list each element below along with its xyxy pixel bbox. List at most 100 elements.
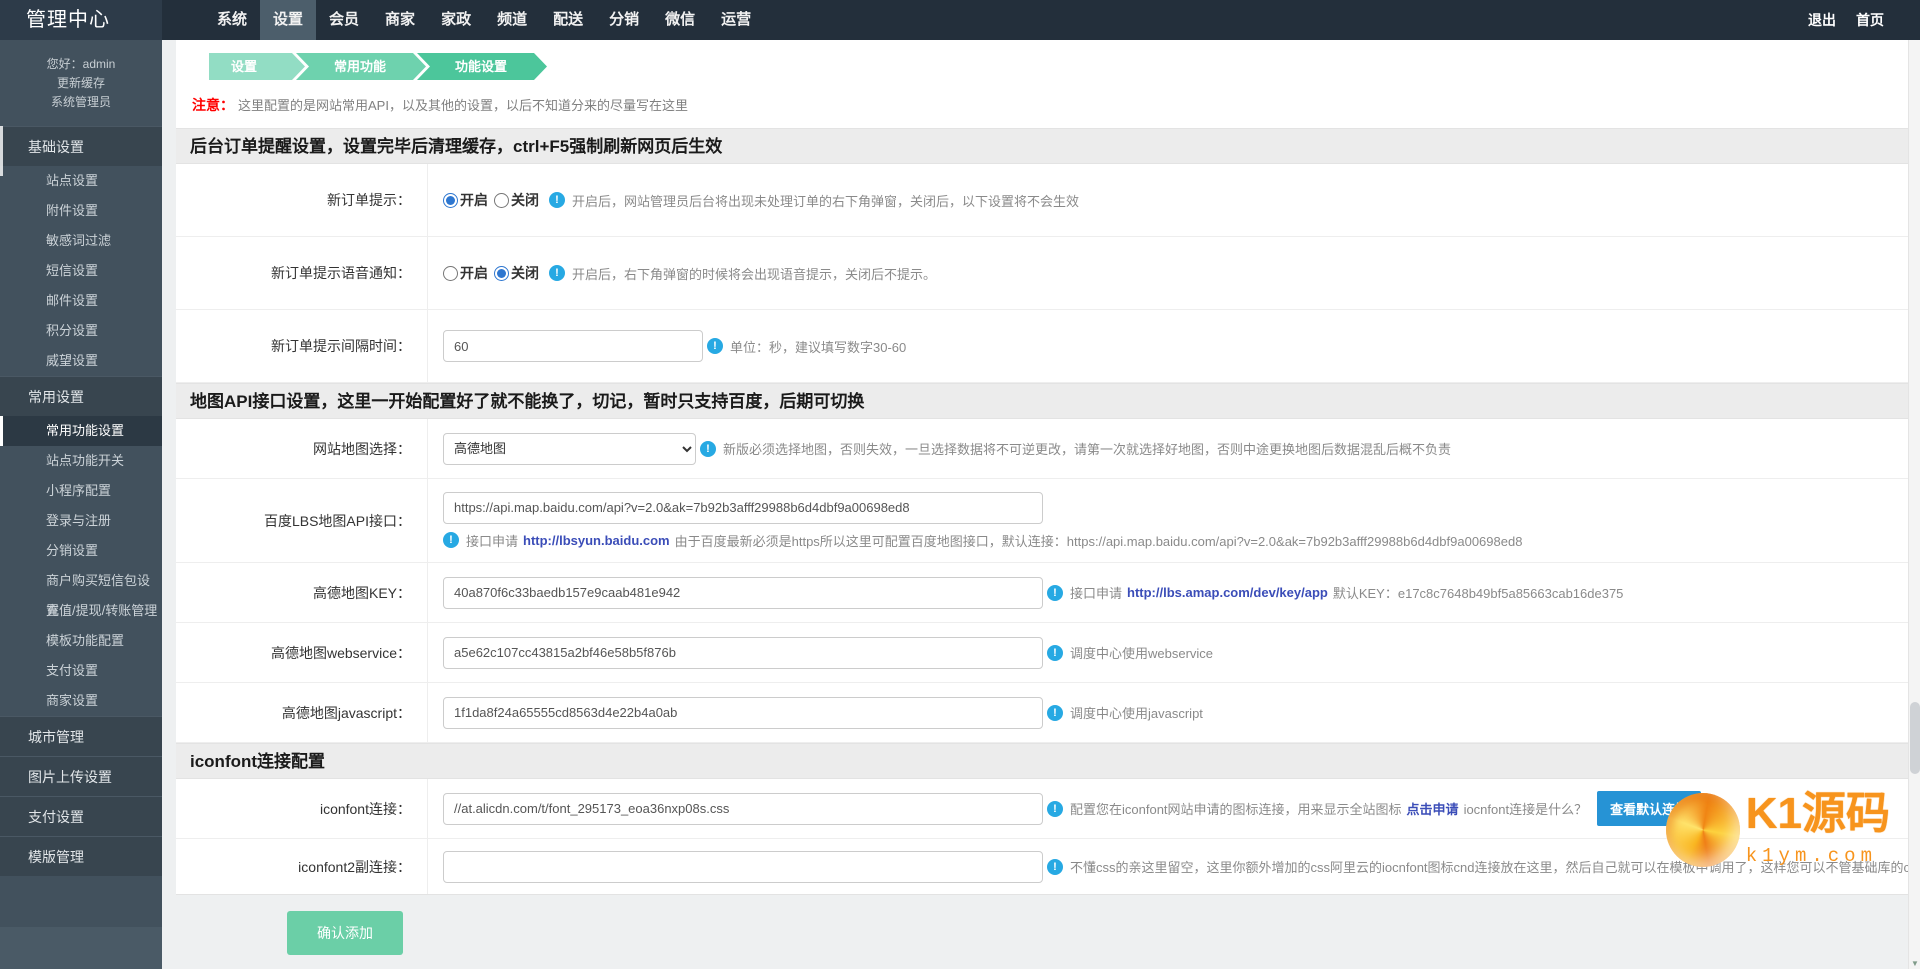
- radio-option-on[interactable]: 开启: [443, 190, 488, 210]
- sidebar-item-miniprogram-config[interactable]: 小程序配置: [0, 476, 162, 506]
- sidebar-section-common-settings[interactable]: 常用设置: [0, 376, 162, 416]
- help-text: 配置您在iconfont网站申请的图标连接，用来显示全站图标: [1070, 802, 1402, 817]
- sidebar-section-payment-settings[interactable]: 支付设置: [0, 796, 162, 836]
- nav-item-housekeeping[interactable]: 家政: [428, 0, 484, 40]
- logout-link[interactable]: 退出: [1798, 0, 1846, 40]
- field-label: 高德地图javascript：: [176, 683, 428, 742]
- notice-label: 注意：: [192, 97, 234, 113]
- field-control: 开启 关闭 ! 开启后，网站管理员后台将出现未处理订单的右下角弹窗，关闭后，以下…: [428, 164, 1908, 236]
- info-icon: !: [1047, 584, 1063, 601]
- iconfont2-link-input[interactable]: [443, 850, 1043, 883]
- baidu-lbs-api-input[interactable]: [443, 491, 1043, 524]
- help-text: 开启后，网站管理员后台将出现未处理订单的右下角弹窗，关闭后，以下设置将不会生效: [572, 193, 1080, 209]
- field-control: ! 接口申请 http://lbsyun.baidu.com 由于百度最新必须是…: [428, 479, 1908, 562]
- map-select[interactable]: 高德地图: [443, 432, 696, 465]
- help-text: iocnfont连接是什么？: [1463, 802, 1588, 817]
- sidebar-item-site-function-switch[interactable]: 站点功能开关: [0, 446, 162, 476]
- amap-javascript-input[interactable]: [443, 696, 1043, 729]
- sidebar-item-site-settings[interactable]: 站点设置: [0, 166, 162, 196]
- radio-option-off[interactable]: 关闭: [494, 263, 539, 283]
- field-label: 新订单提示语音通知：: [176, 237, 428, 309]
- field-label: iconfont2副连接：: [176, 839, 428, 894]
- sidebar-item-sensitive-words[interactable]: 敏感词过滤: [0, 226, 162, 256]
- sidebar-item-recharge-withdraw-transfer[interactable]: 充值/提现/转账管理: [0, 596, 162, 626]
- breadcrumb-function-settings[interactable]: 功能设置: [417, 53, 547, 80]
- breadcrumb-common-functions[interactable]: 常用功能: [296, 53, 426, 80]
- section-header-map-api: 地图API接口设置，这里一开始配置好了就不能换了，切记，暂时只支持百度，后期可切…: [176, 383, 1908, 419]
- refresh-cache-link[interactable]: 更新缓存: [0, 74, 162, 93]
- homepage-link[interactable]: 首页: [1846, 0, 1894, 40]
- iconfont-link-input[interactable]: [443, 792, 1043, 825]
- sidebar-section-city-management[interactable]: 城市管理: [0, 716, 162, 756]
- field-label: 网站地图选择：: [176, 419, 428, 478]
- sidebar-item-payment-settings[interactable]: 支付设置: [0, 656, 162, 686]
- breadcrumb-settings[interactable]: 设置: [209, 53, 305, 80]
- radio-label: 关闭: [511, 265, 539, 281]
- info-icon: !: [549, 192, 565, 208]
- baidu-lbs-apply-link[interactable]: http://lbsyun.baidu.com: [523, 533, 670, 548]
- info-icon: !: [700, 440, 716, 457]
- sidebar-item-sms-settings[interactable]: 短信设置: [0, 256, 162, 286]
- iconfont-apply-link[interactable]: 点击申请: [1407, 799, 1459, 818]
- nav-item-merchants[interactable]: 商家: [372, 0, 428, 40]
- radio-option-off[interactable]: 关闭: [494, 190, 539, 210]
- field-control: ! 单位：秒，建议填写数字30-60: [428, 310, 1908, 382]
- vertical-scrollbar[interactable]: ▼: [1908, 40, 1920, 969]
- nav-item-system[interactable]: 系统: [204, 0, 260, 40]
- radio-label: 关闭: [511, 192, 539, 208]
- field-label: iconfont连接：: [176, 779, 428, 838]
- sidebar-section-basic-settings[interactable]: 基础设置: [0, 126, 162, 166]
- info-icon: !: [1047, 858, 1063, 875]
- sidebar-section-template-management[interactable]: 模版管理: [0, 836, 162, 876]
- amap-webservice-input[interactable]: [443, 636, 1043, 669]
- field-control: ! 调度中心使用webservice: [428, 623, 1908, 682]
- scroll-down-icon[interactable]: ▼: [1909, 959, 1920, 968]
- form-row-alert-interval: 新订单提示间隔时间： ! 单位：秒，建议填写数字30-60: [176, 310, 1908, 383]
- nav-item-delivery[interactable]: 配送: [540, 0, 596, 40]
- help-text: 新版必须选择地图，否则失效，一旦选择数据将不可逆更改，请第一次就选择好地图，否则…: [723, 442, 1452, 457]
- sidebar-section-image-upload-settings[interactable]: 图片上传设置: [0, 756, 162, 796]
- radio-input-on[interactable]: [443, 265, 458, 281]
- field-label: 高德地图webservice：: [176, 623, 428, 682]
- top-menu: 系统 设置 会员 商家 家政 频道 配送 分销 微信 运营: [204, 0, 764, 40]
- nav-item-wechat[interactable]: 微信: [652, 0, 708, 40]
- sidebar-item-prestige-settings[interactable]: 威望设置: [0, 346, 162, 376]
- form-row-iconfont-link: iconfont连接： ! 配置您在iconfont网站申请的图标连接，用来显示…: [176, 779, 1908, 839]
- confirm-add-button[interactable]: 确认添加: [287, 911, 403, 955]
- amap-apply-link[interactable]: http://lbs.amap.com/dev/key/app: [1127, 585, 1328, 600]
- info-icon: !: [1047, 644, 1063, 661]
- help-text: 调度中心使用javascript: [1070, 706, 1203, 721]
- nav-item-members[interactable]: 会员: [316, 0, 372, 40]
- section-header-iconfont: iconfont连接配置: [176, 743, 1908, 779]
- sidebar-item-attachment-settings[interactable]: 附件设置: [0, 196, 162, 226]
- radio-input-off[interactable]: [494, 265, 509, 281]
- sidebar-item-distribution-settings[interactable]: 分销设置: [0, 536, 162, 566]
- sidebar-item-common-functions[interactable]: 常用功能设置: [0, 416, 162, 446]
- radio-input-off[interactable]: [494, 192, 509, 208]
- sidebar-item-points-settings[interactable]: 积分设置: [0, 316, 162, 346]
- nav-item-distribution[interactable]: 分销: [596, 0, 652, 40]
- sidebar-item-login-register[interactable]: 登录与注册: [0, 506, 162, 536]
- amap-key-input[interactable]: [443, 576, 1043, 609]
- nav-item-operations[interactable]: 运营: [708, 0, 764, 40]
- form-row-amap-javascript: 高德地图javascript： ! 调度中心使用javascript: [176, 683, 1908, 743]
- radio-option-on[interactable]: 开启: [443, 263, 488, 283]
- content-panel: 设置 常用功能 功能设置 注意： 这里配置的是网站常用API，以及其他的设置，以后…: [176, 40, 1908, 895]
- field-control: 开启 关闭 ! 开启后，右下角弹窗的时候将会出现语音提示，关闭后不提示。: [428, 237, 1908, 309]
- interval-input[interactable]: [443, 330, 703, 362]
- scrollbar-thumb[interactable]: [1910, 702, 1920, 774]
- sidebar-item-merchant-sms-package[interactable]: 商户购买短信包设置: [0, 566, 162, 618]
- form-row-new-order-alert: 新订单提示： 开启 关闭 ! 开启后，网站管理员后台将出现未处理订单的右下角弹窗…: [176, 164, 1908, 237]
- sidebar-item-merchant-settings[interactable]: 商家设置: [0, 686, 162, 716]
- sidebar-item-template-function-config[interactable]: 模板功能配置: [0, 626, 162, 656]
- form-row-voice-notification: 新订单提示语音通知： 开启 关闭 ! 开启后，右下角弹窗的时候将会出现语音提示，…: [176, 237, 1908, 310]
- sidebar-item-mail-settings[interactable]: 邮件设置: [0, 286, 162, 316]
- help-text: 开启后，右下角弹窗的时候将会出现语音提示，关闭后不提示。: [572, 266, 937, 282]
- nav-item-settings[interactable]: 设置: [260, 0, 317, 40]
- top-right-menu: 退出 首页: [1798, 0, 1894, 40]
- nav-item-channels[interactable]: 频道: [484, 0, 540, 40]
- form-row-map-select: 网站地图选择： 高德地图 ! 新版必须选择地图，否则失效，一旦选择数据将不可逆更…: [176, 419, 1908, 479]
- notice-bar: 注意： 这里配置的是网站常用API，以及其他的设置，以后不知道分来的尽量写在这里: [176, 89, 1908, 128]
- help-text: 单位：秒，建议填写数字30-60: [730, 339, 907, 355]
- radio-input-on[interactable]: [443, 192, 458, 208]
